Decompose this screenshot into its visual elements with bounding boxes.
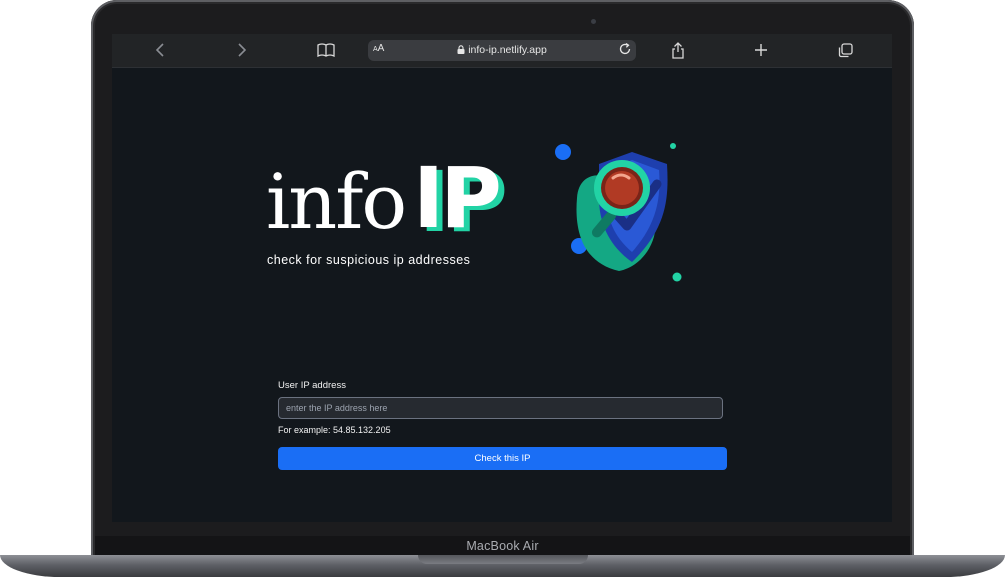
ip-field-label: User IP address bbox=[278, 380, 346, 391]
new-tab-icon[interactable] bbox=[750, 40, 772, 60]
laptop-notch bbox=[418, 555, 588, 564]
browser-screen: AAAA info-ip.netlify.app info IP check f… bbox=[112, 34, 892, 522]
browser-toolbar: AAAA info-ip.netlify.app bbox=[112, 34, 892, 68]
back-icon[interactable] bbox=[149, 40, 171, 60]
lock-icon bbox=[457, 45, 465, 54]
url-text: info-ip.netlify.app bbox=[468, 44, 547, 56]
device-label: MacBook Air bbox=[466, 539, 539, 553]
reader-icon[interactable] bbox=[315, 40, 337, 60]
url-display[interactable]: info-ip.netlify.app bbox=[368, 44, 636, 56]
camera bbox=[591, 19, 596, 24]
tabs-icon[interactable] bbox=[834, 40, 856, 60]
reload-icon[interactable] bbox=[618, 42, 632, 61]
check-ip-button[interactable]: Check this IP bbox=[278, 447, 727, 470]
logo-ip-text: IP bbox=[413, 149, 502, 247]
address-bar[interactable]: AAAA info-ip.netlify.app bbox=[368, 40, 636, 61]
forward-icon[interactable] bbox=[231, 40, 253, 60]
logo-info-text: info bbox=[266, 157, 407, 246]
ip-address-input[interactable] bbox=[278, 397, 723, 419]
security-shield-illustration bbox=[555, 143, 682, 282]
share-icon[interactable] bbox=[667, 40, 689, 60]
tagline: check for suspicious ip addresses bbox=[267, 253, 471, 267]
example-hint: For example: 54.85.132.205 bbox=[278, 425, 391, 435]
laptop-chin: MacBook Air bbox=[95, 536, 910, 556]
